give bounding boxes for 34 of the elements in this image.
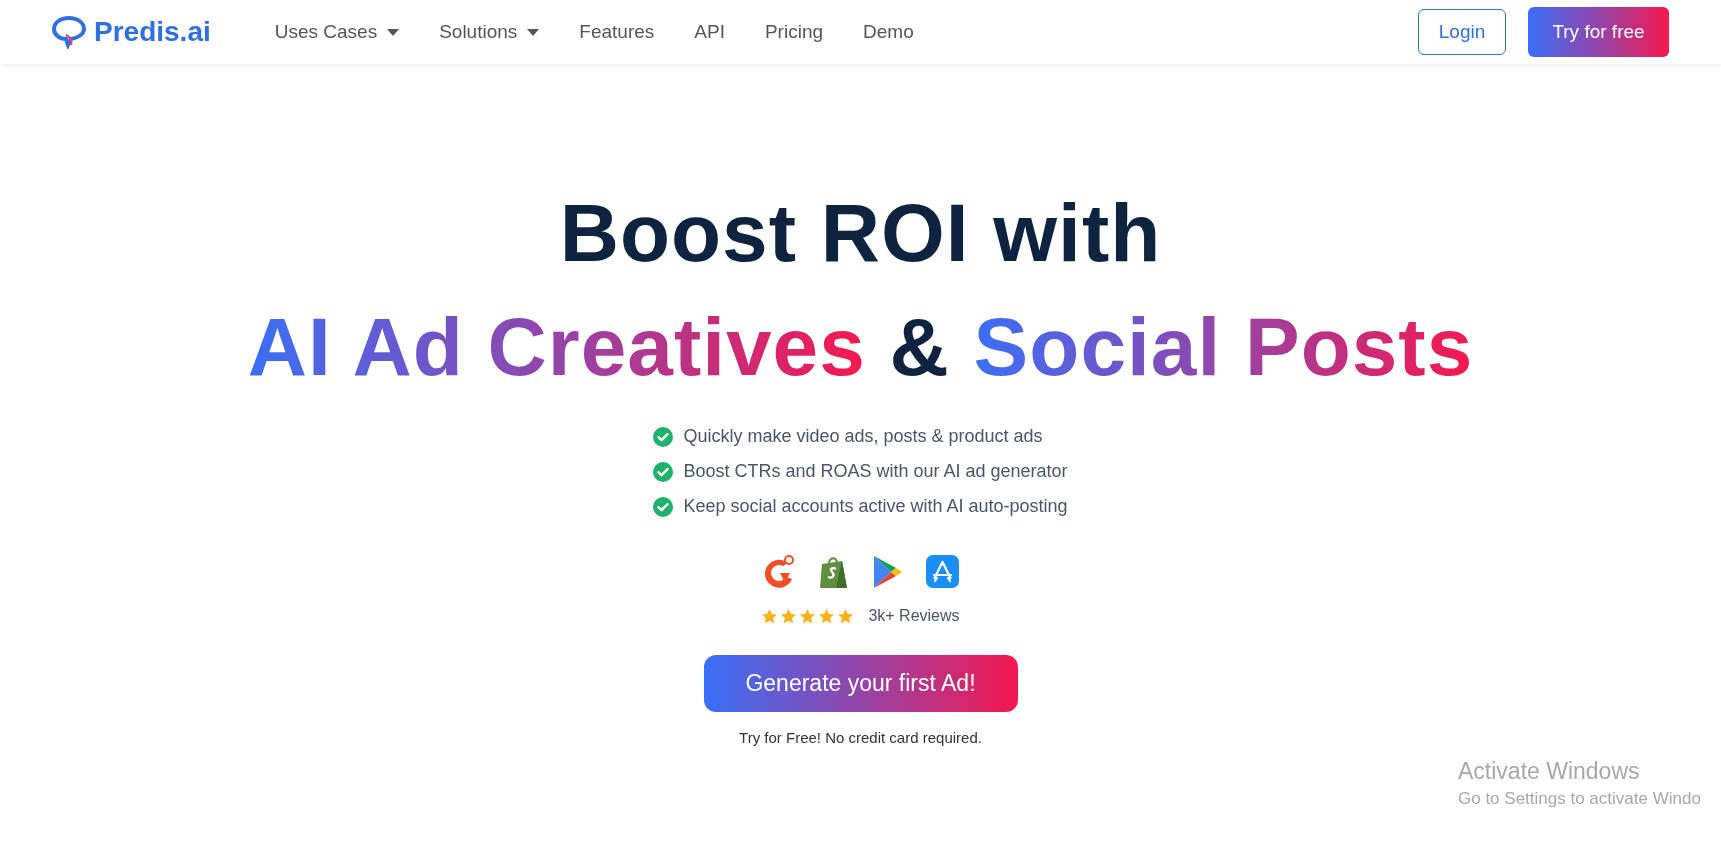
note-text: Try for Free! No credit card required. — [739, 729, 982, 746]
headline: AI Ad Creatives & Social Posts — [247, 300, 1474, 394]
star-icon — [780, 607, 798, 625]
speech-bubble-logo-icon — [52, 15, 86, 49]
check-circle-icon — [653, 426, 674, 447]
star-icon — [761, 607, 779, 625]
nav-link[interactable]: API — [694, 21, 725, 43]
nav-link[interactable]: Demo — [863, 21, 914, 43]
star-icon — [799, 607, 817, 625]
nav-link[interactable]: Pricing — [764, 21, 823, 43]
app-store-icon — [926, 555, 959, 588]
star-icon — [818, 607, 836, 625]
nav-link[interactable]: Solutions — [439, 21, 540, 43]
caret-down-icon — [527, 28, 540, 36]
feature-text: Keep social accounts active with AI auto-posting — [683, 496, 1068, 517]
logo[interactable]: Predis.ai — [52, 15, 211, 49]
play-triangle-icon — [872, 555, 904, 589]
activation-hint: Go to Settings to activate Windo — [1458, 789, 1701, 809]
activation-title: Activate Windows — [1458, 758, 1641, 785]
g2-logo-icon — [762, 555, 796, 589]
generate-ad-button[interactable]: Generate your first Ad! — [703, 655, 1018, 712]
shopping-bag-icon — [818, 555, 850, 589]
nav-link[interactable]: Uses Cases — [274, 21, 400, 43]
login-button[interactable]: Login — [1418, 9, 1506, 55]
star-icon — [837, 607, 855, 625]
feature-text: Quickly make video ads, posts & product ads — [683, 426, 1043, 447]
caret-down-icon — [387, 28, 400, 36]
check-circle-icon — [653, 461, 674, 482]
headline: Boost ROI with — [559, 186, 1162, 280]
reviews-count: 3k+ Reviews — [868, 607, 960, 625]
try-free-button[interactable]: Try for free — [1528, 7, 1669, 57]
feature-text: Boost CTRs and ROAS with our AI ad generator — [683, 461, 1068, 482]
check-circle-icon — [653, 496, 674, 517]
nav-link[interactable]: Features — [579, 21, 655, 43]
